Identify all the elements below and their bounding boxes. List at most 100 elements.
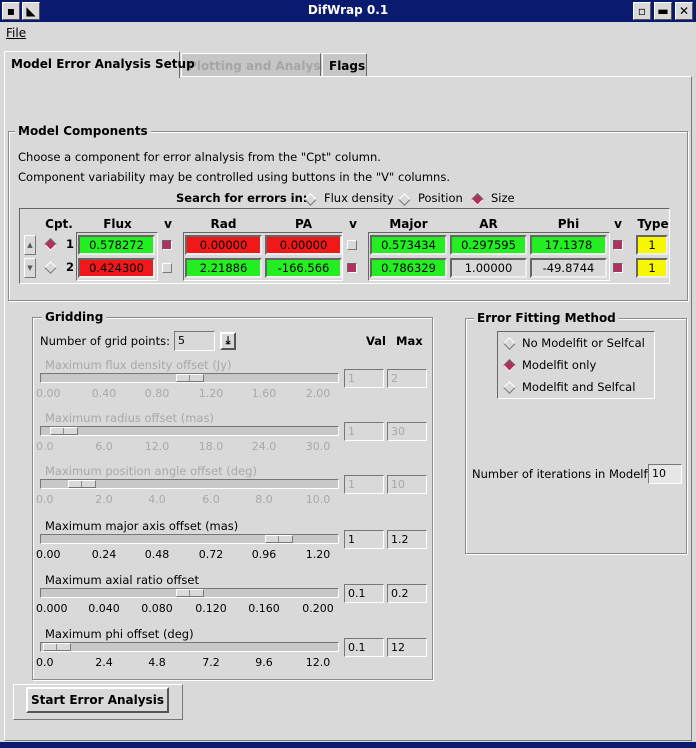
major-cell-1[interactable]: 0.573434 (370, 235, 447, 255)
phi-cell-2[interactable]: -49.8744 (530, 258, 607, 278)
slider-tick-label: 4.8 (148, 656, 166, 669)
grid-points-dropdown-icon[interactable]: ⤓ (220, 332, 236, 350)
minimize-icon[interactable]: ▬ (654, 2, 672, 20)
slider-tick-label: 0.40 (91, 387, 117, 400)
slider-thumb[interactable] (265, 535, 293, 543)
close-icon[interactable]: ✕ (675, 2, 693, 20)
slider-tick-label: 30.0 (305, 440, 331, 453)
slider-thumb[interactable] (176, 589, 204, 597)
slider-tick-label: 2.0 (95, 493, 113, 506)
iterations-field[interactable]: 10 (648, 464, 682, 484)
cpt-number-1: 1 (66, 237, 75, 251)
rad-cell-1[interactable]: 0.00000 (185, 235, 262, 255)
iterations-label: Number of iterations in Modelfit: (472, 467, 660, 481)
header-phi: Phi (557, 217, 580, 231)
slider-label: Maximum major axis offset (mas) (45, 519, 239, 533)
slider-max-field[interactable]: 30 (387, 422, 427, 441)
header-cpt: Cpt. (45, 217, 73, 231)
scroll-up-icon[interactable]: ▲ (24, 235, 36, 255)
header-rad: Rad (210, 217, 237, 231)
slider-label: Maximum position angle offset (deg) (45, 464, 257, 478)
slider-max-field[interactable]: 1.2 (387, 530, 427, 549)
slider-label: Maximum axial ratio offset (45, 573, 199, 587)
slider-val-field[interactable]: 1 (344, 530, 384, 549)
slider-tick-label: 0.200 (302, 602, 334, 615)
slider-tick-label: 0.000 (36, 602, 68, 615)
slider-track[interactable] (40, 588, 339, 598)
slider-val-field[interactable]: 1 (344, 369, 384, 388)
slider-max-field[interactable]: 12 (387, 638, 427, 657)
size-vary-2[interactable] (613, 263, 623, 273)
slider-track[interactable] (40, 534, 339, 544)
slider-tick-label: 0.0 (36, 493, 54, 506)
flux-vary-1[interactable] (162, 240, 172, 250)
menu-file[interactable]: File (6, 26, 26, 40)
grid-points-field[interactable]: 5 (174, 331, 215, 351)
header-type: Type (637, 217, 669, 231)
slider-track[interactable] (40, 479, 339, 489)
slider-tick-label: 12.0 (144, 440, 170, 453)
type-cell-1[interactable]: 1 (636, 235, 668, 255)
header-pa: PA (295, 217, 312, 231)
slider-tick-label: 0.48 (144, 548, 170, 561)
tab-flags[interactable]: Flags (322, 53, 367, 76)
type-cell-2[interactable]: 1 (636, 258, 668, 278)
pa-cell-2[interactable]: -166.566 (265, 258, 342, 278)
tab-model-error-analysis-setup[interactable]: Model Error Analysis Setup (4, 51, 195, 78)
slider-tick-label: 0.120 (195, 602, 227, 615)
slider-val-field[interactable]: 1 (344, 422, 384, 441)
slider-track[interactable] (40, 426, 339, 436)
pos-vary-2[interactable] (347, 263, 357, 273)
slider-tick-label: 2.00 (305, 387, 331, 400)
slider-max-field[interactable]: 0.2 (387, 584, 427, 603)
slider-tick-label: 0.00 (36, 548, 61, 561)
scroll-down-icon[interactable]: ▼ (24, 258, 36, 278)
flux-cell-1[interactable]: 0.578272 (78, 235, 155, 255)
slider-tick-label: 6.0 (95, 440, 113, 453)
pa-cell-1[interactable]: 0.00000 (265, 235, 342, 255)
slider-tick-label: 1.20 (305, 548, 331, 561)
radio-flux-density-label: Flux density (324, 191, 394, 205)
major-cell-2[interactable]: 0.786329 (370, 258, 447, 278)
slider-val-field[interactable]: 1 (344, 475, 384, 494)
title-bar: ▪ ◣ DifWrap 0.1 ▫ ▬ ✕ (0, 0, 696, 22)
slider-thumb[interactable] (68, 480, 96, 488)
max-header: Max (396, 334, 423, 348)
ar-cell-1[interactable]: 0.297595 (450, 235, 527, 255)
val-header: Val (366, 334, 386, 348)
slider-tick-label: 6.0 (202, 493, 220, 506)
tab-label: Flags (329, 59, 366, 73)
search-errors-label: Search for errors in: (176, 191, 308, 205)
slider-val-field[interactable]: 0.1 (344, 584, 384, 603)
slider-tick-label: 24.0 (251, 440, 277, 453)
flux-vary-2[interactable] (162, 263, 172, 273)
slider-val-field[interactable]: 0.1 (344, 638, 384, 657)
slider-track[interactable] (40, 373, 339, 383)
start-error-analysis-button[interactable]: Start Error Analysis (26, 687, 169, 713)
slider-tick-label: 7.2 (202, 656, 220, 669)
slider-track[interactable] (40, 642, 339, 652)
slider-thumb[interactable] (43, 643, 71, 651)
slider-thumb[interactable] (50, 427, 78, 435)
tab-plotting-and-analysis[interactable]: Plotting and Analysis (181, 53, 332, 76)
slider-tick-label: 0.96 (251, 548, 277, 561)
slider-thumb[interactable] (176, 374, 204, 382)
size-vary-1[interactable] (613, 240, 623, 250)
ar-cell-2[interactable]: 1.00000 (450, 258, 527, 278)
components-intro-2: Component variability may be controlled … (18, 170, 450, 184)
slider-max-field[interactable]: 2 (387, 369, 427, 388)
slider-tick-label: 0.24 (91, 548, 117, 561)
rad-cell-2[interactable]: 2.21886 (185, 258, 262, 278)
slider-tick-label: 0.080 (141, 602, 173, 615)
slider-tick-label: 0.160 (248, 602, 280, 615)
slider-max-field[interactable]: 10 (387, 475, 427, 494)
pos-vary-1[interactable] (347, 240, 357, 250)
flux-cell-2[interactable]: 0.424300 (78, 258, 155, 278)
slider-tick-label: 18.0 (198, 440, 224, 453)
slider-tick-label: 12.0 (305, 656, 331, 669)
iconify-icon[interactable]: ▫ (633, 2, 651, 20)
window-bottom-border (0, 742, 696, 748)
slider-tick-label: 9.6 (255, 656, 273, 669)
phi-cell-1[interactable]: 17.1378 (530, 235, 607, 255)
slider-tick-label: 1.60 (251, 387, 277, 400)
